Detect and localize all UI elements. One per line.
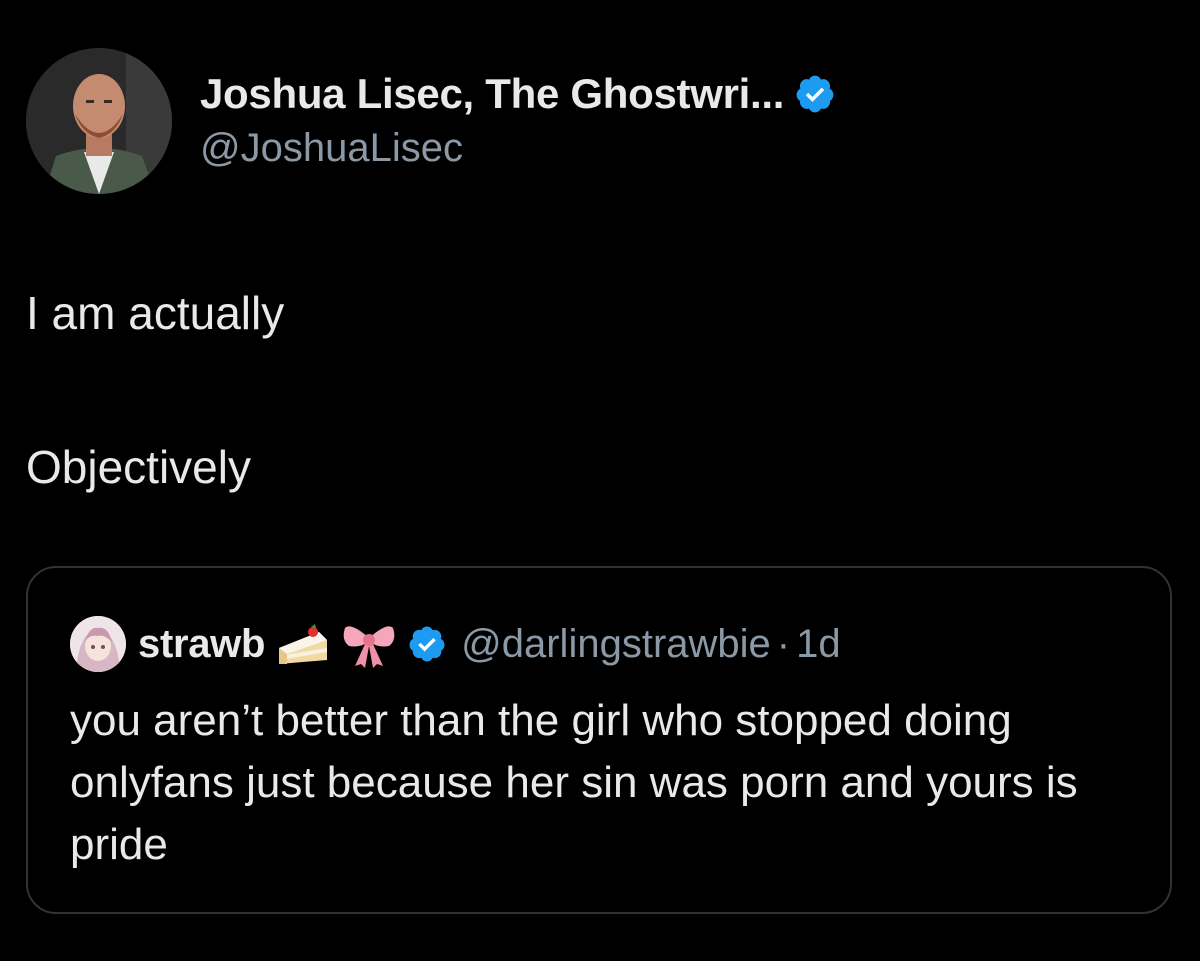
quoted-tweet-time[interactable]: 1d	[796, 622, 841, 667]
author-handle[interactable]: @JoshuaLisec	[200, 123, 836, 173]
verified-badge-icon	[794, 73, 836, 115]
separator-dot: ·	[776, 621, 791, 666]
tweet-text-line: Objectively	[26, 441, 251, 493]
cake-emoji-icon	[275, 618, 331, 670]
tweet[interactable]: Joshua Lisec, The Ghostwri... @JoshuaLis…	[0, 0, 1200, 961]
author-avatar[interactable]	[26, 48, 172, 194]
quoted-author-avatar[interactable]	[70, 616, 126, 672]
author-name-row: Joshua Lisec, The Ghostwri...	[200, 69, 836, 119]
tweet-text: I am actually Objectively	[26, 284, 284, 496]
quoted-tweet[interactable]: strawb @darlingstrawbie · 1d you aren’t …	[26, 566, 1172, 914]
author-names: Joshua Lisec, The Ghostwri... @JoshuaLis…	[200, 69, 836, 173]
tweet-text-line: I am actually	[26, 287, 285, 339]
author-display-name[interactable]: Joshua Lisec, The Ghostwri...	[200, 69, 784, 119]
ribbon-emoji-icon	[341, 618, 397, 670]
quoted-author-display-name[interactable]: strawb	[138, 622, 265, 667]
quoted-author-handle[interactable]: @darlingstrawbie	[461, 622, 771, 667]
quoted-verified-badge-icon	[407, 624, 447, 664]
quoted-tweet-text: you aren’t better than the girl who stop…	[70, 696, 1078, 869]
quoted-tweet-header: strawb @darlingstrawbie · 1d	[70, 616, 841, 672]
tweet-header: Joshua Lisec, The Ghostwri... @JoshuaLis…	[26, 48, 836, 194]
